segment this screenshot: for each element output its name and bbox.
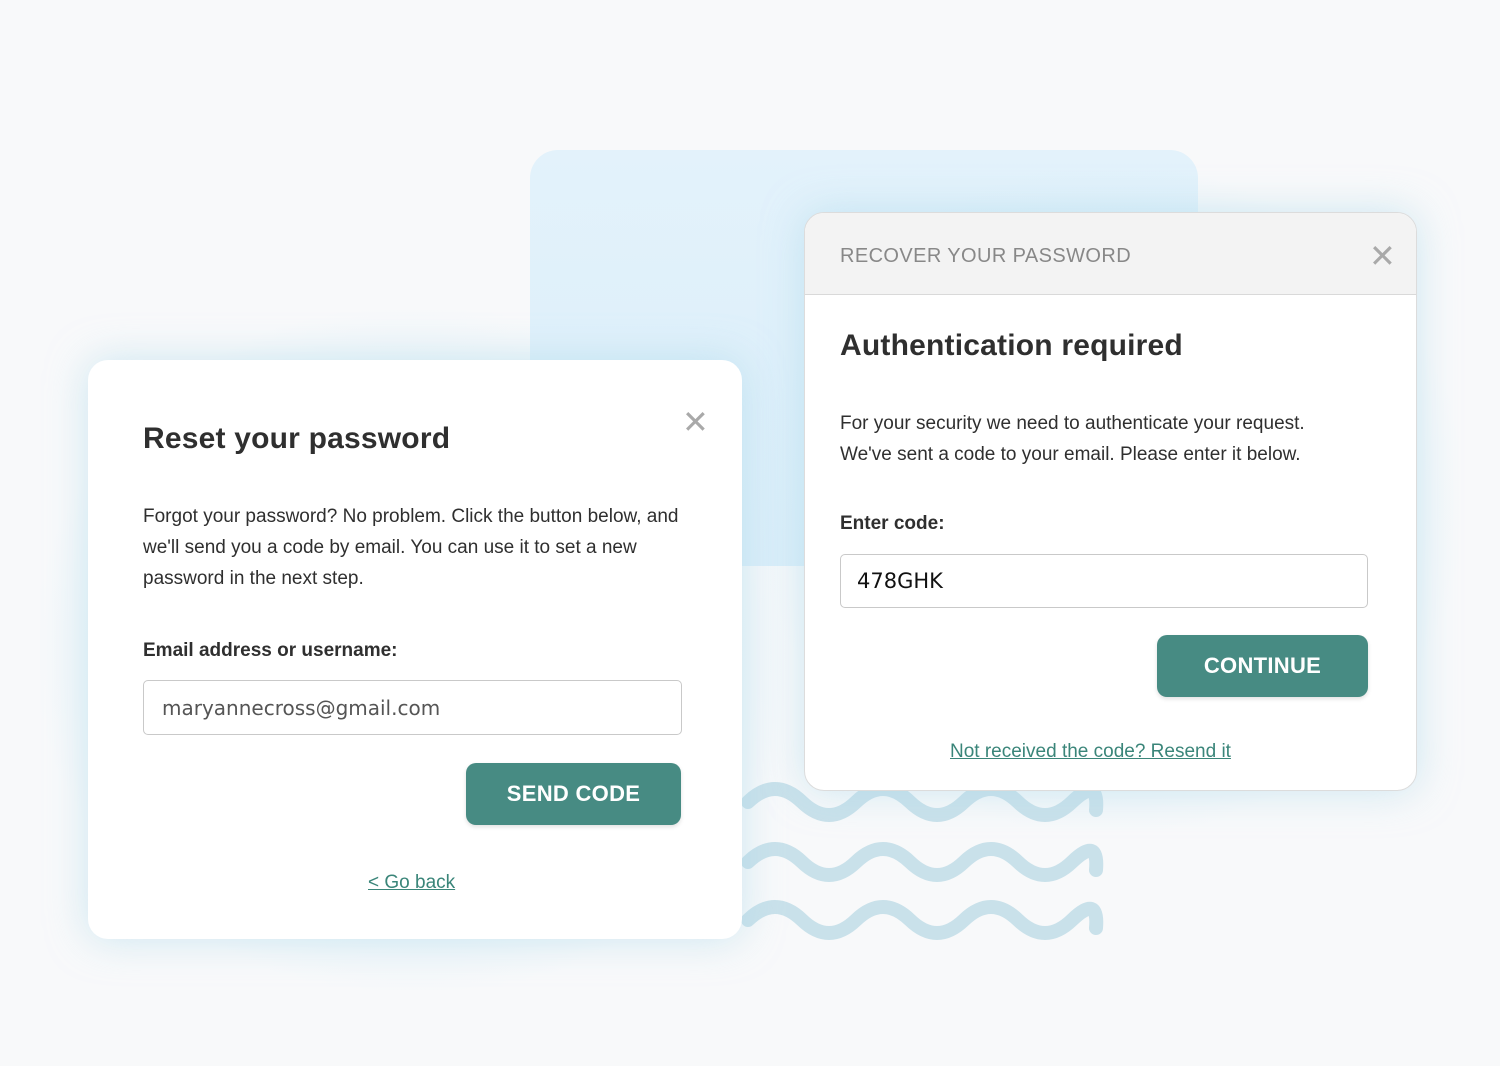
header-title: RECOVER YOUR PASSWORD	[840, 245, 1132, 267]
code-field-label: Enter code:	[840, 513, 945, 534]
description-line-1: For your security we need to authenticat…	[840, 413, 1305, 434]
dialog-title: Authentication required	[840, 329, 1183, 362]
resend-code-link[interactable]: Not received the code? Resend it	[950, 741, 1231, 763]
email-field-label: Email address or username:	[143, 640, 398, 661]
dialog-header: RECOVER YOUR PASSWORD ✕	[805, 213, 1416, 295]
dialog-title: Reset your password	[143, 422, 451, 455]
send-code-button[interactable]: SEND CODE	[466, 763, 681, 825]
decorative-waves	[741, 782, 1104, 940]
dialog-description: For your security we need to authenticat…	[840, 408, 1380, 470]
recover-password-dialog: RECOVER YOUR PASSWORD ✕ Authentication r…	[804, 212, 1417, 791]
dialog-description: Forgot your password? No problem. Click …	[143, 506, 679, 589]
close-icon[interactable]: ✕	[1369, 240, 1396, 272]
page-stage: ✕ Reset your password Forgot your passwo…	[0, 0, 1500, 1066]
description-line-2: We've sent a code to your email. Please …	[840, 444, 1301, 465]
close-icon[interactable]: ✕	[682, 406, 709, 438]
email-field[interactable]	[143, 680, 682, 735]
go-back-link[interactable]: < Go back	[368, 872, 455, 894]
continue-button[interactable]: CONTINUE	[1157, 635, 1368, 697]
code-field[interactable]	[840, 554, 1368, 608]
reset-password-dialog: ✕ Reset your password Forgot your passwo…	[88, 360, 742, 939]
